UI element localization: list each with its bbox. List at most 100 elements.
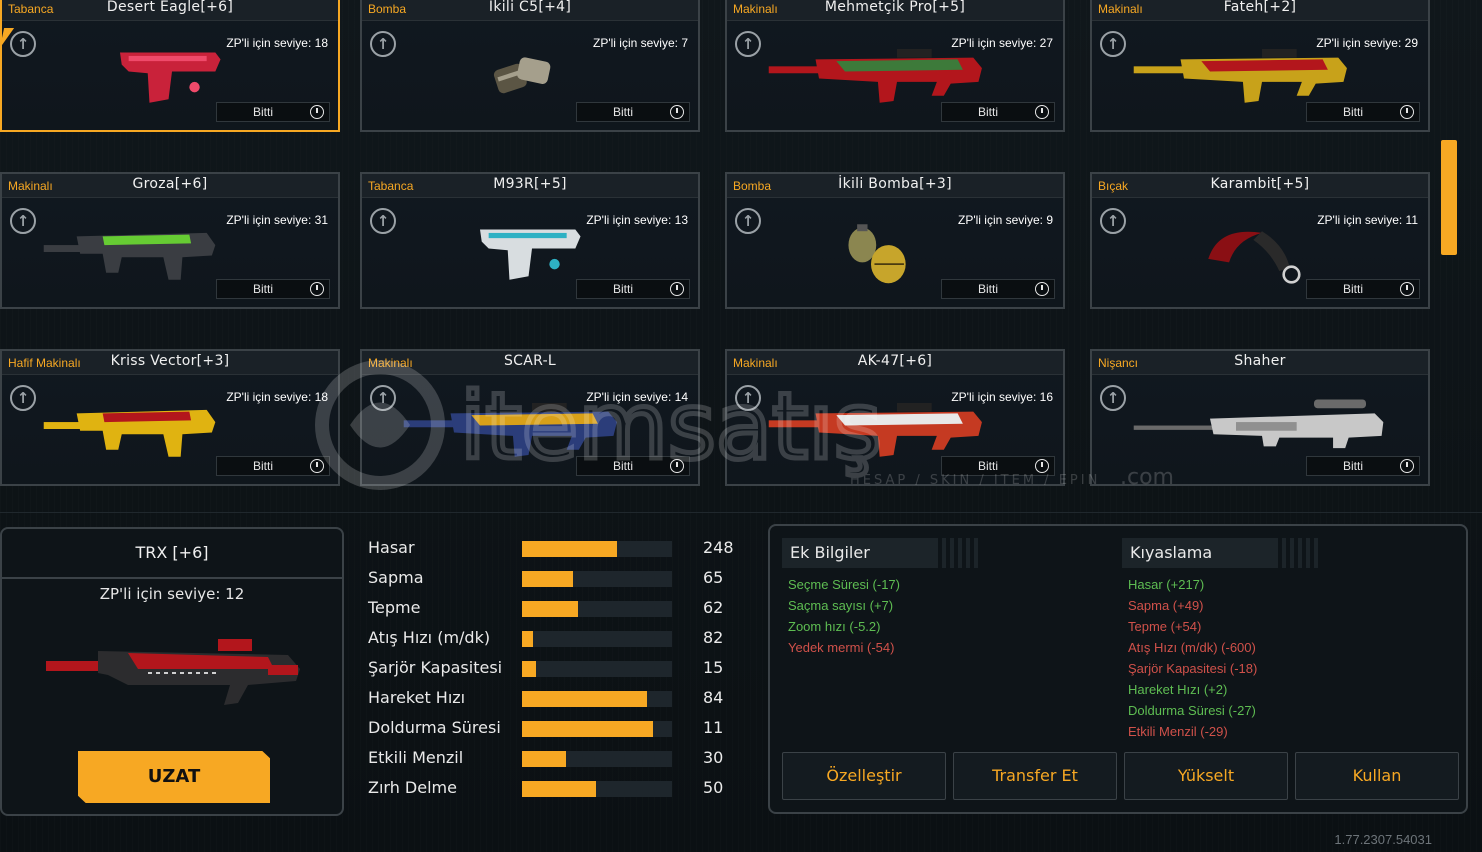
stat-bar [522, 541, 672, 557]
weapon-card[interactable]: Bomba İkili Bomba[+3] ZP'li için seviye:… [725, 172, 1065, 309]
upgrade-arrow-icon[interactable]: ↑ [370, 385, 396, 411]
stat-bar-fill [522, 571, 573, 587]
stat-value: 50 [703, 778, 724, 797]
weapon-card[interactable]: Makinalı Fateh[+2] ZP'li için seviye: 29… [1090, 0, 1430, 132]
status-button[interactable]: Bitti [941, 456, 1055, 476]
stat-value: 15 [703, 658, 724, 677]
customize-button[interactable]: Özelleştir [782, 752, 946, 800]
status-button[interactable]: Bitti [576, 456, 690, 476]
scrollbar-thumb[interactable] [1441, 140, 1457, 255]
status-button[interactable]: Bitti [1306, 102, 1420, 122]
clock-icon [1400, 459, 1414, 473]
compare-item: Hasar (+217) [1128, 577, 1205, 592]
weapon-card[interactable]: Makinalı Mehmetçik Pro[+5] ZP'li için se… [725, 0, 1065, 132]
card-title: Desert Eagle[+6] [106, 0, 234, 15]
version-label: 1.77.2307.54031 [1334, 832, 1432, 847]
upgrade-arrow-icon[interactable]: ↑ [370, 31, 396, 57]
weapon-card[interactable]: Makinalı Groza[+6] ZP'li için seviye: 31… [0, 172, 340, 309]
weapon-card[interactable]: Makinalı SCAR-L ZP'li için seviye: 14 ↑ … [360, 349, 700, 486]
stat-bar [522, 601, 672, 617]
card-title: Mehmetçik Pro[+5] [824, 0, 966, 15]
weapon-card[interactable]: Nişancı Shaher ↑ Bitti [1090, 349, 1430, 486]
status-button[interactable]: Bitti [941, 279, 1055, 299]
stat-value: 11 [703, 718, 724, 737]
upgrade-arrow-icon[interactable]: ↑ [735, 208, 761, 234]
card-title: İkili Bomba[+3] [838, 176, 952, 192]
extend-button[interactable]: UZAT [78, 751, 270, 803]
status-label: Bitti [613, 459, 634, 473]
stat-value: 248 [703, 538, 734, 557]
card-title: İkili C5[+4] [488, 0, 572, 15]
clock-icon [1035, 459, 1049, 473]
status-button[interactable]: Bitti [941, 102, 1055, 122]
stat-label: Hasar [368, 538, 415, 557]
weapon-card[interactable]: Makinalı AK-47[+6] ZP'li için seviye: 16… [725, 349, 1065, 486]
upgrade-arrow-icon[interactable]: ↑ [735, 385, 761, 411]
status-button[interactable]: Bitti [216, 102, 330, 122]
status-button[interactable]: Bitti [576, 279, 690, 299]
weapon-card[interactable]: Tabanca M93R[+5] ZP'li için seviye: 13 ↑… [360, 172, 700, 309]
stat-value: 84 [703, 688, 724, 707]
clock-icon [310, 459, 324, 473]
status-label: Bitti [978, 282, 999, 296]
stat-bar [522, 691, 672, 707]
stat-bar-fill [522, 631, 533, 647]
upgrade-arrow-icon[interactable]: ↑ [735, 31, 761, 57]
status-button[interactable]: Bitti [216, 456, 330, 476]
upgrade-arrow-icon[interactable]: ↑ [10, 208, 36, 234]
extra-info-item: Saçma sayısı (+7) [788, 598, 894, 613]
stat-bar [522, 571, 672, 587]
upgrade-arrow-icon[interactable]: ↑ [10, 385, 36, 411]
stat-bar [522, 751, 672, 767]
upgrade-arrow-icon[interactable]: ↑ [10, 31, 36, 57]
clock-icon [1400, 282, 1414, 296]
status-label: Bitti [978, 459, 999, 473]
transfer-button[interactable]: Transfer Et [953, 752, 1117, 800]
weapon-card[interactable]: Tabanca Desert Eagle[+6] ZP'li için sevi… [0, 0, 340, 132]
upgrade-button[interactable]: Yükselt [1124, 752, 1288, 800]
extra-info-item: Yedek mermi (-54) [788, 640, 895, 655]
stat-bar-fill [522, 751, 566, 767]
card-title: Groza[+6] [132, 176, 208, 192]
stat-row: Tepme 62 [368, 596, 748, 622]
compare-item: Etkili Menzil (-29) [1128, 724, 1228, 739]
stat-bar [522, 721, 672, 737]
weapon-card[interactable]: Bomba İkili C5[+4] ZP'li için seviye: 7 … [360, 0, 700, 132]
compare-item: Doldurma Süresi (-27) [1128, 703, 1256, 718]
stat-row: Atış Hızı (m/dk) 82 [368, 626, 748, 652]
upgrade-arrow-icon[interactable]: ↑ [1100, 31, 1126, 57]
stat-bar [522, 661, 672, 677]
clock-icon [1400, 105, 1414, 119]
clock-icon [670, 105, 684, 119]
status-button[interactable]: Bitti [576, 102, 690, 122]
status-button[interactable]: Bitti [1306, 456, 1420, 476]
extra-info-item: Seçme Süresi (-17) [788, 577, 900, 592]
status-label: Bitti [253, 105, 274, 119]
weapon-card[interactable]: Hafif Makinalı Kriss Vector[+3] ZP'li iç… [0, 349, 340, 486]
divider [0, 512, 1482, 513]
compare-item: Atış Hızı (m/dk) (-600) [1128, 640, 1256, 655]
stat-value: 30 [703, 748, 724, 767]
status-label: Bitti [1343, 105, 1364, 119]
stat-row: Hareket Hızı 84 [368, 686, 748, 712]
stat-label: Zırh Delme [368, 778, 457, 797]
upgrade-arrow-icon[interactable]: ↑ [1100, 385, 1126, 411]
stat-row: Sapma 65 [368, 566, 748, 592]
stat-bar [522, 631, 672, 647]
compare-item: Sapma (+49) [1128, 598, 1204, 613]
status-button[interactable]: Bitti [1306, 279, 1420, 299]
status-button[interactable]: Bitti [216, 279, 330, 299]
weapon-card[interactable]: Bıçak Karambit[+5] ZP'li için seviye: 11… [1090, 172, 1430, 309]
stat-bar-fill [522, 721, 653, 737]
selected-weapon-image [46, 639, 300, 705]
selected-weapon-name: TRX [+6] [2, 529, 342, 579]
compare-item: Tepme (+54) [1128, 619, 1202, 634]
upgrade-arrow-icon[interactable]: ↑ [370, 208, 396, 234]
upgrade-arrow-icon[interactable]: ↑ [1100, 208, 1126, 234]
compare-list: Hasar (+217) Sapma (+49) Tepme (+54) Atış H… [1128, 574, 1257, 742]
compare-title: Kıyaslama [1122, 538, 1322, 568]
use-button[interactable]: Kullan [1295, 752, 1459, 800]
status-label: Bitti [978, 105, 999, 119]
card-title: Shaher [1234, 353, 1286, 369]
selected-weapon-panel: TRX [+6] ZP'li için seviye: 12 UZAT [0, 527, 344, 816]
